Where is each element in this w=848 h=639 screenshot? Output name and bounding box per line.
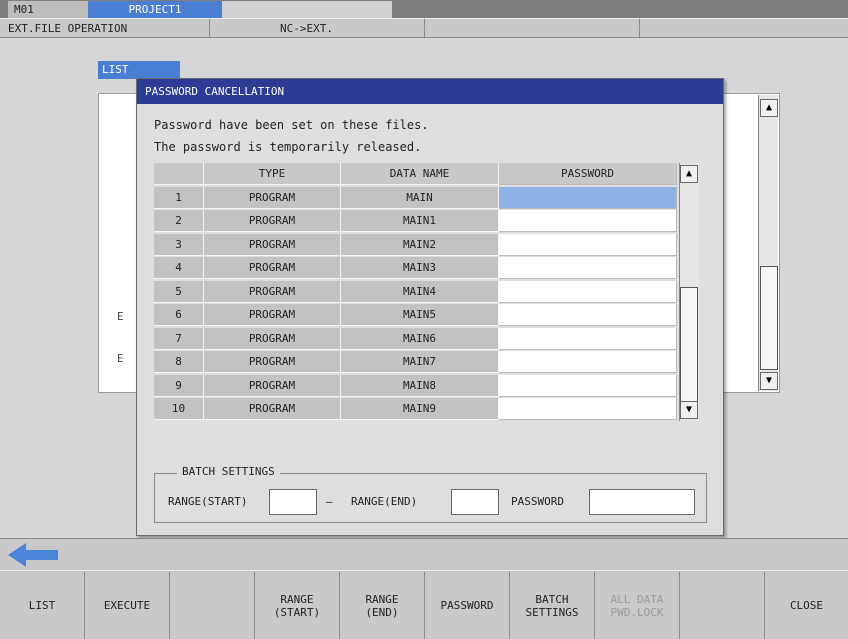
row-data-name: MAIN3 — [341, 257, 499, 279]
row-type: PROGRAM — [204, 186, 341, 209]
transfer-direction-label: NC->EXT. — [210, 19, 425, 38]
list-button[interactable]: LIST — [0, 572, 85, 639]
row-data-name: MAIN7 — [341, 351, 499, 373]
range-dash: – — [326, 495, 333, 508]
list-partial-text: E — [117, 352, 124, 365]
row-number: 6 — [154, 304, 204, 326]
batch-password-field[interactable] — [589, 489, 695, 515]
range-end-label: RANGE(END) — [351, 495, 418, 508]
table-header-row: TYPE DATA NAME PASSWORD — [154, 163, 699, 187]
row-password-field[interactable] — [499, 327, 677, 350]
row-type: PROGRAM — [204, 233, 341, 256]
table-row[interactable]: 5 PROGRAM MAIN4 — [154, 280, 699, 305]
row-type: PROGRAM — [204, 398, 341, 420]
range-end-field[interactable] — [451, 489, 499, 515]
table-row[interactable]: 4 PROGRAM MAIN3 — [154, 257, 699, 281]
column-header-data-name: DATA NAME — [341, 163, 499, 185]
row-number: 8 — [154, 351, 204, 373]
project-tab[interactable]: PROJECT1 — [88, 1, 222, 18]
close-button[interactable]: CLOSE — [765, 572, 848, 639]
table-row[interactable]: 1 PROGRAM MAIN — [154, 186, 699, 211]
scroll-down-icon[interactable]: ▼ — [680, 401, 698, 419]
table-row[interactable]: 10 PROGRAM MAIN9 — [154, 398, 699, 422]
machine-tab[interactable]: M01 — [8, 1, 88, 18]
row-number: 7 — [154, 327, 204, 350]
row-data-name: MAIN4 — [341, 280, 499, 303]
table-row[interactable]: 3 PROGRAM MAIN2 — [154, 233, 699, 258]
row-data-name: MAIN8 — [341, 374, 499, 397]
list-window-tab[interactable]: LIST — [98, 61, 180, 79]
row-data-name: MAIN1 — [341, 210, 499, 232]
range-end-button[interactable]: RANGE (END) — [340, 572, 425, 639]
table-row[interactable]: 9 PROGRAM MAIN8 — [154, 374, 699, 399]
row-password-field[interactable] — [499, 210, 677, 232]
empty-function-key[interactable] — [170, 572, 255, 639]
all-data-pwd-lock-button[interactable]: ALL DATA PWD.LOCK — [595, 572, 680, 639]
row-number: 4 — [154, 257, 204, 279]
row-number: 3 — [154, 233, 204, 256]
dialog-message-line-2: The password is temporarily released. — [154, 140, 422, 154]
row-password-field[interactable] — [499, 374, 677, 397]
row-number: 5 — [154, 280, 204, 303]
table-row[interactable]: 6 PROGRAM MAIN5 — [154, 304, 699, 328]
operation-bar: EXT.FILE OPERATION NC->EXT. — [0, 18, 848, 38]
list-partial-text: E — [117, 310, 124, 323]
row-password-field[interactable] — [499, 257, 677, 279]
dialog-message-line-1: Password have been set on these files. — [154, 118, 429, 132]
row-data-name: MAIN — [341, 186, 499, 209]
range-start-label: RANGE(START) — [168, 495, 248, 508]
row-data-name: MAIN2 — [341, 233, 499, 256]
table-scroll-thumb[interactable] — [680, 287, 698, 405]
function-key-bar: LIST EXECUTE RANGE (START) RANGE (END) P… — [0, 570, 848, 639]
execute-button[interactable]: EXECUTE — [85, 572, 170, 639]
scroll-up-icon[interactable]: ▲ — [760, 99, 778, 117]
row-type: PROGRAM — [204, 304, 341, 326]
empty-tab — [222, 1, 392, 18]
row-number: 9 — [154, 374, 204, 397]
scroll-down-icon[interactable]: ▼ — [760, 372, 778, 390]
row-password-field[interactable] — [499, 398, 677, 420]
row-password-field[interactable] — [499, 186, 677, 209]
row-type: PROGRAM — [204, 327, 341, 350]
empty-function-key[interactable] — [680, 572, 765, 639]
batch-password-label: PASSWORD — [511, 495, 564, 508]
batch-settings-legend: BATCH SETTINGS — [177, 465, 280, 478]
column-header-password: PASSWORD — [499, 163, 677, 185]
password-cancellation-dialog: PASSWORD CANCELLATION Password have been… — [136, 78, 724, 536]
row-number: 2 — [154, 210, 204, 232]
row-type: PROGRAM — [204, 210, 341, 232]
column-header-type: TYPE — [204, 163, 341, 185]
row-number: 1 — [154, 186, 204, 209]
column-header-no — [154, 163, 204, 185]
table-row[interactable]: 8 PROGRAM MAIN7 — [154, 351, 699, 375]
row-data-name: MAIN6 — [341, 327, 499, 350]
dialog-title: PASSWORD CANCELLATION — [137, 79, 723, 104]
row-data-name: MAIN5 — [341, 304, 499, 326]
operation-bar-empty-cell — [425, 19, 640, 38]
password-table: TYPE DATA NAME PASSWORD 1 PROGRAM MAIN 2… — [154, 163, 699, 422]
range-start-button[interactable]: RANGE (START) — [255, 572, 340, 639]
row-type: PROGRAM — [204, 257, 341, 279]
operation-mode-label: EXT.FILE OPERATION — [0, 19, 210, 38]
row-password-field[interactable] — [499, 304, 677, 326]
row-password-field[interactable] — [499, 280, 677, 303]
menu-return-bar — [0, 538, 848, 570]
row-password-field[interactable] — [499, 233, 677, 256]
password-button[interactable]: PASSWORD — [425, 572, 510, 639]
row-type: PROGRAM — [204, 374, 341, 397]
row-password-field[interactable] — [499, 351, 677, 373]
table-row[interactable]: 7 PROGRAM MAIN6 — [154, 327, 699, 352]
row-type: PROGRAM — [204, 351, 341, 373]
row-number: 10 — [154, 398, 204, 420]
list-scroll-thumb[interactable] — [760, 266, 778, 370]
row-data-name: MAIN9 — [341, 398, 499, 420]
batch-settings-button[interactable]: BATCH SETTINGS — [510, 572, 595, 639]
scroll-up-icon[interactable]: ▲ — [680, 165, 698, 183]
row-type: PROGRAM — [204, 280, 341, 303]
left-arrow-icon[interactable] — [8, 543, 60, 567]
range-start-field[interactable] — [269, 489, 317, 515]
table-row[interactable]: 2 PROGRAM MAIN1 — [154, 210, 699, 234]
